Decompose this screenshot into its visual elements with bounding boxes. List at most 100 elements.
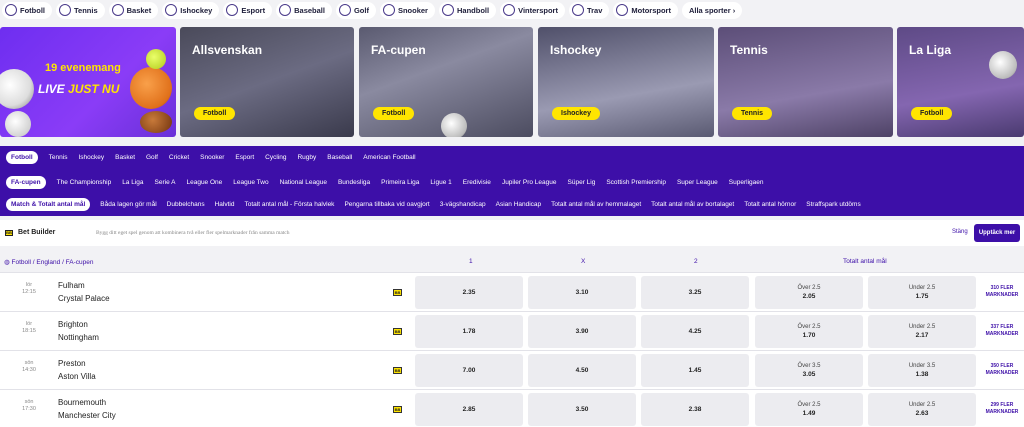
match-row[interactable]: sön 17:30 Bournemouth Manchester City BB … bbox=[0, 389, 1024, 427]
league-filter-item[interactable]: The Championship bbox=[57, 179, 112, 186]
sport-filter-snooker[interactable]: Snooker bbox=[200, 154, 224, 161]
banner-tennis[interactable]: Tennis Tennis bbox=[718, 27, 893, 137]
odds-away-button[interactable]: 2.38 bbox=[641, 393, 749, 426]
market-filter-item[interactable]: Pengarna tillbaka vid oavgjort bbox=[344, 201, 429, 208]
league-filter-item[interactable]: Superligaen bbox=[729, 179, 764, 186]
league-filter-item[interactable]: Eredivisie bbox=[463, 179, 491, 186]
sport-pill-football[interactable]: Fotboll bbox=[2, 1, 52, 19]
sport-pill-baseball[interactable]: Baseball bbox=[276, 1, 332, 19]
sport-filter-tennis[interactable]: Tennis bbox=[49, 154, 68, 161]
odds-under-button[interactable]: Under 3.5 1.38 bbox=[868, 354, 976, 387]
odds-draw-button[interactable]: 3.10 bbox=[528, 276, 636, 309]
sport-pill-snooker[interactable]: Snooker bbox=[379, 1, 435, 19]
sport-pill-wintersport[interactable]: Vintersport bbox=[500, 1, 565, 19]
sport-pill-golf[interactable]: Golf bbox=[335, 1, 376, 19]
league-filter-item[interactable]: Bundesliga bbox=[338, 179, 370, 186]
sport-filter-basketball[interactable]: Basket bbox=[115, 154, 135, 161]
odds-away-button[interactable]: 3.25 bbox=[641, 276, 749, 309]
odds-over-button[interactable]: Över 2.5 1.70 bbox=[755, 315, 863, 348]
sport-pill-ice-hockey[interactable]: Ishockey bbox=[162, 1, 220, 19]
market-filter-item[interactable]: Båda lagen gör mål bbox=[100, 201, 156, 208]
league-filter-item[interactable]: Primeira Liga bbox=[381, 179, 419, 186]
odds-over-button[interactable]: Över 2.5 2.05 bbox=[755, 276, 863, 309]
league-filter-item[interactable]: Super League bbox=[677, 179, 718, 186]
odds-home-button[interactable]: 2.85 bbox=[415, 393, 523, 426]
sport-pill-motorsport[interactable]: Motorsport bbox=[613, 1, 678, 19]
odds-draw-button[interactable]: 4.50 bbox=[528, 354, 636, 387]
odds-home-button[interactable]: 7.00 bbox=[415, 354, 523, 387]
odds-under-button[interactable]: Under 2.5 1.75 bbox=[868, 276, 976, 309]
market-filter-item[interactable]: Dubbelchans bbox=[167, 201, 205, 208]
sport-filter-american-football[interactable]: American Football bbox=[363, 154, 415, 161]
match-row[interactable]: lör 18:15 Brighton Nottingham BB 1.78 3.9… bbox=[0, 311, 1024, 350]
more-markets-link[interactable]: 337 FLER MARKNADER bbox=[984, 324, 1020, 338]
more-markets-link[interactable]: 299 FLER MARKNADER bbox=[984, 402, 1020, 416]
sport-filter-ice-hockey[interactable]: Ishockey bbox=[78, 154, 104, 161]
sport-pill-basketball[interactable]: Basket bbox=[108, 1, 159, 19]
away-team[interactable]: Manchester City bbox=[58, 411, 116, 420]
league-filter-item[interactable]: Scottish Premiership bbox=[606, 179, 666, 186]
home-team[interactable]: Preston bbox=[58, 359, 86, 368]
sport-filter-baseball[interactable]: Baseball bbox=[327, 154, 352, 161]
more-markets-link[interactable]: 350 FLER MARKNADER bbox=[984, 363, 1020, 377]
league-filter-item[interactable]: League One bbox=[186, 179, 222, 186]
bet-builder-close-link[interactable]: Stäng bbox=[952, 229, 968, 235]
odds-over-button[interactable]: Över 3.5 3.05 bbox=[755, 354, 863, 387]
banner-la-liga[interactable]: La Liga Fotboll bbox=[897, 27, 1024, 137]
banner-fa-cupen[interactable]: FA-cupen Fotboll bbox=[359, 27, 533, 137]
breadcrumb[interactable]: ◍ Fotboll / England / FA-cupen bbox=[4, 258, 94, 266]
banner-ishockey[interactable]: Ishockey Ishockey bbox=[538, 27, 714, 137]
live-now-banner[interactable]: 19 evenemang LIVE JUST NU bbox=[0, 27, 176, 137]
banner-tag[interactable]: Tennis bbox=[732, 107, 773, 120]
odds-draw-button[interactable]: 3.90 bbox=[528, 315, 636, 348]
odds-home-button[interactable]: 1.78 bbox=[415, 315, 523, 348]
league-filter-item[interactable]: La Liga bbox=[122, 179, 143, 186]
banner-allsvenskan[interactable]: Allsvenskan Fotboll bbox=[180, 27, 354, 137]
market-filter-item[interactable]: Asian Handicap bbox=[496, 201, 542, 208]
sport-filter-cycling[interactable]: Cycling bbox=[265, 154, 286, 161]
match-row[interactable]: lör 12:15 Fulham Crystal Palace BB 2.35 3… bbox=[0, 272, 1024, 311]
banner-tag[interactable]: Fotboll bbox=[373, 107, 415, 120]
league-filter-item[interactable]: Süper Lig bbox=[568, 179, 596, 186]
odds-under-button[interactable]: Under 2.5 2.63 bbox=[868, 393, 976, 426]
league-filter-item[interactable]: Ligue 1 bbox=[430, 179, 451, 186]
market-filter-item[interactable]: Straffspark utdöms bbox=[806, 201, 860, 208]
sport-filter-cricket[interactable]: Cricket bbox=[169, 154, 189, 161]
league-filter-item[interactable]: Jupiler Pro League bbox=[502, 179, 557, 186]
sport-pill-tennis[interactable]: Tennis bbox=[56, 1, 105, 19]
home-team[interactable]: Brighton bbox=[58, 320, 88, 329]
odds-away-button[interactable]: 4.25 bbox=[641, 315, 749, 348]
league-filter-item[interactable]: National League bbox=[280, 179, 327, 186]
sport-filter-golf[interactable]: Golf bbox=[146, 154, 158, 161]
discover-more-button[interactable]: Upptäck mer bbox=[974, 224, 1020, 242]
market-filter-item[interactable]: 3-vägshandicap bbox=[440, 201, 486, 208]
market-filter-item[interactable]: Halvtid bbox=[215, 201, 235, 208]
banner-tag[interactable]: Fotboll bbox=[194, 107, 236, 120]
odds-under-button[interactable]: Under 2.5 2.17 bbox=[868, 315, 976, 348]
market-filter-item[interactable]: Totalt antal mål av hemmalaget bbox=[551, 201, 641, 208]
market-filter-item[interactable]: Totalt antal mål - Första halvlek bbox=[244, 201, 334, 208]
market-filter-item[interactable]: Totalt antal hörnor bbox=[744, 201, 796, 208]
banner-tag[interactable]: Fotboll bbox=[911, 107, 953, 120]
away-team[interactable]: Nottingham bbox=[58, 333, 99, 342]
away-team[interactable]: Crystal Palace bbox=[58, 294, 110, 303]
league-filter-item[interactable]: League Two bbox=[233, 179, 268, 186]
sport-pill-esport[interactable]: Esport bbox=[223, 1, 273, 19]
all-sports-button[interactable]: Alla sporter › bbox=[681, 1, 743, 19]
banner-tag[interactable]: Ishockey bbox=[552, 107, 600, 120]
home-team[interactable]: Fulham bbox=[58, 281, 85, 290]
sport-filter-rugby[interactable]: Rugby bbox=[297, 154, 316, 161]
away-team[interactable]: Aston Villa bbox=[58, 372, 96, 381]
odds-over-button[interactable]: Över 2.5 1.49 bbox=[755, 393, 863, 426]
odds-away-button[interactable]: 1.45 bbox=[641, 354, 749, 387]
more-markets-link[interactable]: 310 FLER MARKNADER bbox=[984, 285, 1020, 299]
odds-home-button[interactable]: 2.35 bbox=[415, 276, 523, 309]
market-filter-item[interactable]: Match & Totalt antal mål bbox=[6, 198, 91, 211]
league-filter-item[interactable]: FA-cupen bbox=[6, 176, 46, 189]
league-filter-item[interactable]: Serie A bbox=[155, 179, 176, 186]
sport-pill-trotting[interactable]: Trav bbox=[568, 1, 610, 19]
sport-filter-football[interactable]: Fotboll bbox=[6, 151, 38, 164]
sport-pill-handball[interactable]: Handboll bbox=[438, 1, 497, 19]
home-team[interactable]: Bournemouth bbox=[58, 398, 106, 407]
sport-filter-esport[interactable]: Esport bbox=[235, 154, 254, 161]
